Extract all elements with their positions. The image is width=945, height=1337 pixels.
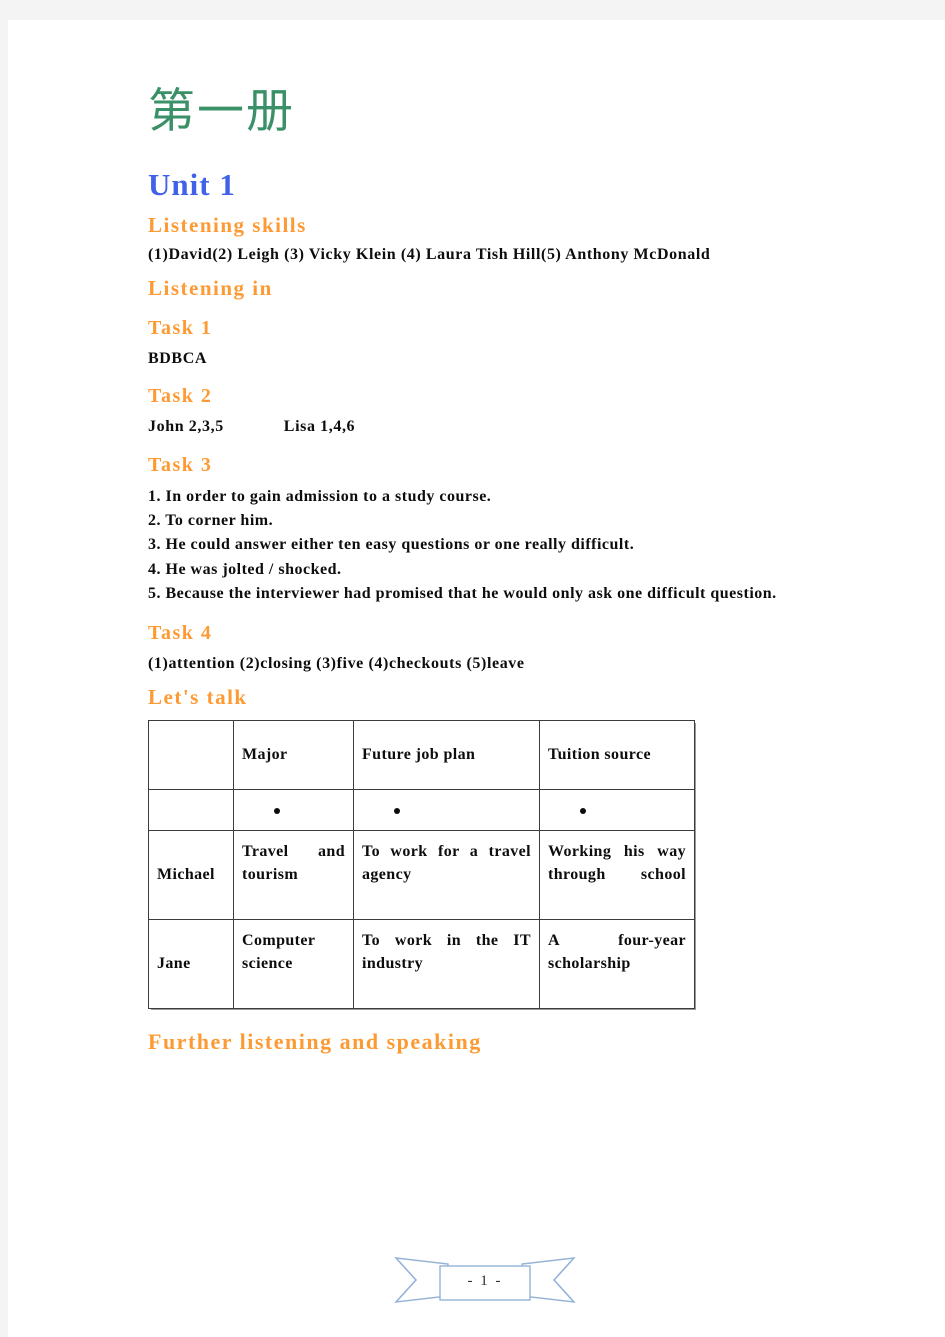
list-item: 3. He could answer either ten easy quest… — [148, 536, 635, 554]
task-4-answer: (1)attention (2)closing (3)five (4)check… — [148, 655, 525, 673]
table-cell-major: Travel and tourism — [233, 829, 354, 920]
task-2-lisa: Lisa 1,4,6 — [283, 418, 356, 436]
task-1-answer: BDBCA — [148, 349, 208, 367]
heading-listening-in: Listening in — [148, 275, 273, 300]
table-cell-job-text: To work for a travel agency — [362, 843, 531, 884]
table-cell-major: Computer science — [233, 918, 354, 1009]
list-item: 4. He was jolted / shocked. — [148, 560, 342, 578]
table-header-cell-blank — [148, 719, 234, 790]
table-cell-bullet-blank — [148, 788, 234, 831]
document-page: 第一册 Unit 1 Listening skills (1)David(2) … — [8, 20, 945, 1337]
bullet-icon — [394, 807, 400, 814]
table-cell-major-text: Travel and tourism — [242, 843, 345, 884]
table-cell-job: To work in the IT industry — [353, 918, 540, 1009]
table-cell-tuition: Working his way through school — [539, 829, 695, 920]
table-cell-name: Michael — [148, 829, 234, 920]
table-cell-bullet-job — [353, 788, 540, 831]
table-bullet-row — [148, 788, 695, 831]
heading-further-listening-and-speaking: Further listening and speaking — [148, 1028, 482, 1054]
table-cell-job: To work for a travel agency — [353, 829, 540, 920]
table-cell-tuition-text: A four-year scholarship — [548, 932, 686, 973]
task-2-answer: John 2,3,5 Lisa 1,4,6 — [148, 416, 808, 438]
table-cell-bullet-major — [233, 788, 354, 831]
table-cell-major-text: Computer science — [242, 932, 316, 973]
table-header-cell-job: Future job plan — [353, 719, 540, 790]
table-header-cell-major: Major — [233, 719, 354, 790]
unit-title: Unit 1 — [148, 167, 236, 203]
list-item: 1. In order to gain admission to a study… — [148, 487, 492, 505]
task-3-answer-list: 1. In order to gain admission to a study… — [148, 485, 808, 607]
page-number-label: - 1 - — [467, 1272, 503, 1289]
table-cell-tuition-text: Working his way through school — [548, 843, 686, 884]
heading-lets-talk: Let's talk — [148, 684, 248, 709]
table-row: Jane Computer science To work in the IT … — [148, 918, 695, 1009]
listening-skills-answer: (1)David(2) Leigh (3) Vicky Klein (4) La… — [148, 246, 711, 264]
heading-task-1: Task 1 — [148, 316, 213, 339]
table-header-row: Major Future job plan Tuition source — [148, 719, 695, 790]
bullet-icon — [580, 807, 586, 814]
table-cell-job-text: To work in the IT industry — [362, 932, 531, 973]
table-cell-name: Jane — [148, 918, 234, 1009]
task-2-john: John 2,3,5 — [148, 418, 224, 436]
list-item: 2. To corner him. — [148, 512, 274, 530]
table-header-cell-tuition: Tuition source — [539, 719, 695, 790]
table-row: Michael Travel and tourism To work for a… — [148, 829, 695, 920]
table-cell-bullet-tuition — [539, 788, 695, 831]
heading-task-3: Task 3 — [148, 453, 213, 476]
heading-task-2: Task 2 — [148, 385, 213, 408]
lets-talk-table: Major Future job plan Tuition source Mic… — [148, 719, 695, 1009]
heading-task-4: Task 4 — [148, 622, 213, 645]
table-cell-tuition: A four-year scholarship — [539, 918, 695, 1009]
document-content: 第一册 Unit 1 Listening skills (1)David(2) … — [148, 84, 808, 1061]
book-title: 第一册 — [148, 84, 295, 139]
list-item: 5. Because the interviewer had promised … — [148, 585, 777, 603]
bullet-icon — [274, 807, 280, 814]
page-number-ribbon: - 1 - — [390, 1252, 580, 1310]
heading-listening-skills: Listening skills — [148, 213, 307, 238]
